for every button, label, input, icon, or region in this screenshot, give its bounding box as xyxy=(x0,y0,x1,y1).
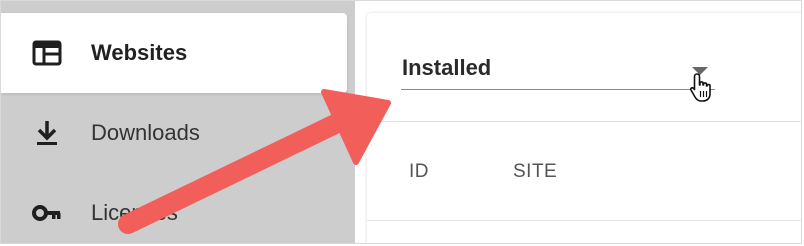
sidebar-item-label: Downloads xyxy=(91,120,200,145)
app-frame: Websites Downloads Licenses Installed ID… xyxy=(0,0,802,244)
sidebar-item-websites[interactable]: Websites xyxy=(1,13,347,93)
sidebar-item-licenses[interactable]: Licenses xyxy=(1,173,347,243)
browser-window-icon xyxy=(27,33,67,73)
download-icon xyxy=(27,113,67,153)
divider xyxy=(367,121,801,122)
hand-pointer-cursor-icon xyxy=(688,72,716,109)
main-panel: Installed ID SITE xyxy=(367,13,801,243)
divider xyxy=(367,220,801,221)
key-icon xyxy=(27,193,67,233)
sidebar: Websites Downloads Licenses xyxy=(1,1,355,243)
sidebar-item-label: Websites xyxy=(91,40,188,65)
column-header-id[interactable]: ID xyxy=(409,161,429,183)
sidebar-item-label: Licenses xyxy=(91,200,178,225)
sidebar-item-downloads[interactable]: Downloads xyxy=(1,93,347,173)
status-filter-value: Installed xyxy=(402,55,492,80)
column-header-site[interactable]: SITE xyxy=(513,161,557,183)
status-filter-select[interactable]: Installed xyxy=(401,51,715,90)
